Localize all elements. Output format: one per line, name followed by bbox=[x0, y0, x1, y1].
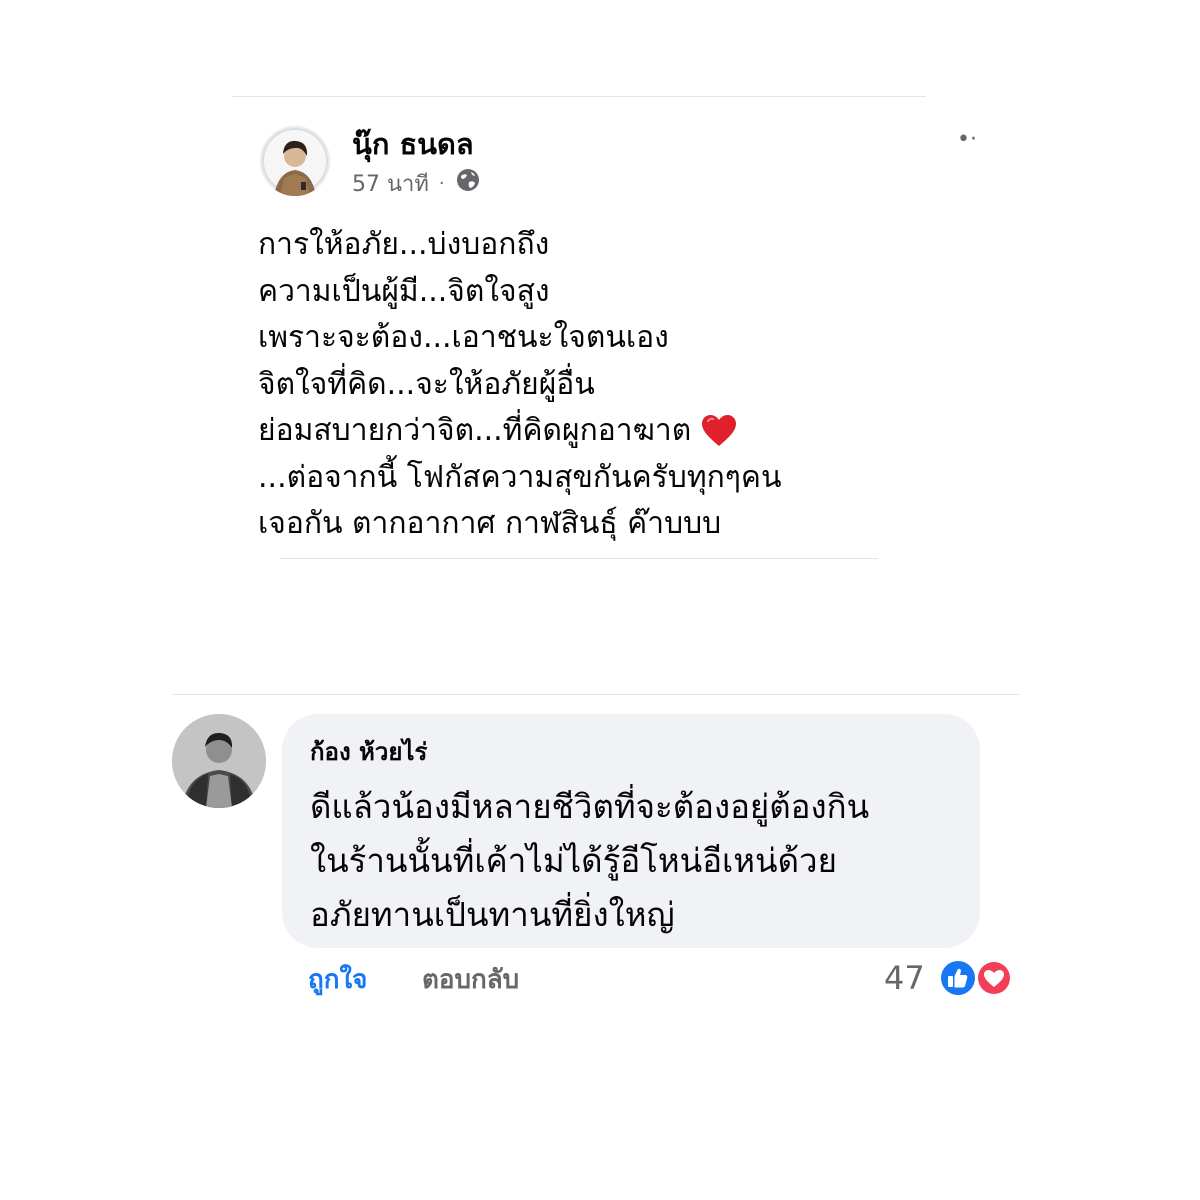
like-reaction-icon bbox=[939, 959, 977, 997]
globe-icon[interactable] bbox=[455, 167, 481, 199]
post-line: ...ต่อจากนี้ โฟกัสความสุขกันครับทุกๆคน bbox=[258, 459, 782, 495]
reply-button[interactable]: ตอบกลับ bbox=[422, 960, 519, 1000]
post-line-with-emoji: ย่อมสบายกว่าจิต...ที่คิดผูกอาฆาต bbox=[258, 408, 898, 455]
divider bbox=[172, 694, 1020, 695]
comment-line: ดีแล้วน้องมีหลายชีวิตที่จะต้องอยู่ต้องกิ… bbox=[310, 787, 870, 826]
like-button[interactable]: ถูกใจ bbox=[308, 960, 367, 1000]
post-line: จิตใจที่คิด...จะให้อภัยผู้อื่น bbox=[258, 366, 595, 402]
divider bbox=[232, 96, 926, 97]
comment-author-avatar[interactable] bbox=[172, 714, 266, 808]
comment-author-name[interactable]: ก้อง ห้วยไร่ bbox=[310, 734, 427, 770]
avatar-image bbox=[260, 126, 330, 196]
divider bbox=[280, 558, 878, 559]
comment-line: อภัยทานเป็นทานที่ยิ่งใหญ่ bbox=[310, 895, 675, 934]
post-author-avatar[interactable] bbox=[260, 126, 330, 196]
post-line: เจอกัน ตากอากาศ กาฬสินธุ์ ค๊าบบบ bbox=[258, 506, 722, 541]
red-heart-icon bbox=[701, 414, 737, 448]
post-line: ความเป็นผู้มี...จิตใจสูง bbox=[258, 273, 550, 309]
more-options-icon[interactable]: •· bbox=[952, 126, 982, 154]
post-line: ย่อมสบายกว่าจิต...ที่คิดผูกอาฆาต bbox=[258, 413, 692, 448]
post-line: การให้อภัย...บ่งบอกถึง bbox=[258, 227, 550, 262]
comment-body: ดีแล้วน้องมีหลายชีวิตที่จะต้องอยู่ต้องกิ… bbox=[310, 780, 970, 942]
reaction-count[interactable]: 47 bbox=[884, 956, 925, 1000]
post-line: เพราะจะต้อง...เอาชนะใจตนเอง bbox=[258, 320, 669, 355]
post-timestamp[interactable]: 57 นาที bbox=[352, 166, 429, 201]
post-meta: 57 นาที · bbox=[352, 166, 481, 200]
avatar-image bbox=[172, 714, 266, 808]
post-body: การให้อภัย...บ่งบอกถึง ความเป็นผู้มี...จ… bbox=[258, 222, 898, 548]
comment-line: ในร้านนั้นที่เค้าไม่ได้รู้อีโหน่อีเหน่ด้… bbox=[310, 841, 837, 880]
reactions-summary[interactable] bbox=[936, 958, 1016, 998]
post-author-name[interactable]: นุ๊ก ธนดล bbox=[352, 124, 474, 164]
meta-separator: · bbox=[438, 172, 445, 194]
love-reaction-icon bbox=[976, 960, 1012, 996]
facebook-screenshot: นุ๊ก ธนดล 57 นาที · •· การให้อภัย...บ่งบ… bbox=[0, 0, 1200, 1200]
